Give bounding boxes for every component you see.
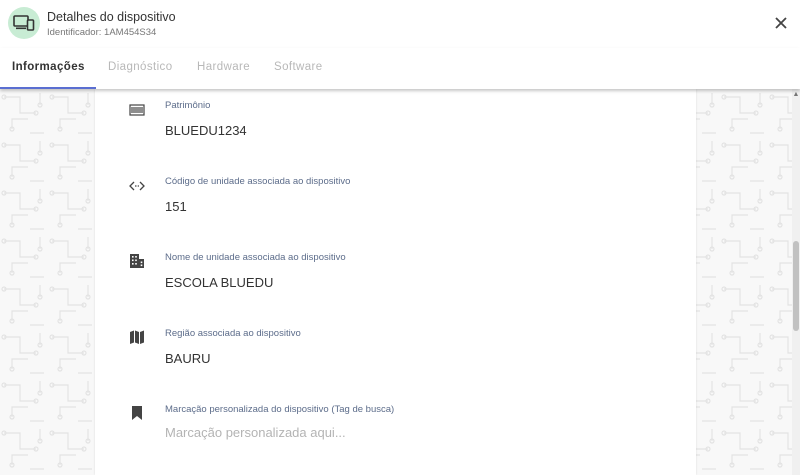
scroll-thumb[interactable] xyxy=(793,241,799,331)
close-icon xyxy=(775,17,787,29)
field-patrimonio: Patrimônio BLUEDU1234 xyxy=(95,95,696,165)
tab-diagnostico[interactable]: Diagnóstico xyxy=(108,61,173,73)
field-value: 151 xyxy=(165,199,187,214)
code-arrows-icon xyxy=(129,181,145,191)
devices-icon xyxy=(13,15,35,31)
building-icon xyxy=(130,254,144,268)
scrollbar[interactable]: ▲ xyxy=(792,89,800,475)
dialog-header: Detalhes do dispositivo Identificador: 1… xyxy=(0,0,800,48)
field-codigo-unidade: Código de unidade associada ao dispositi… xyxy=(95,171,696,241)
bookmark-icon xyxy=(132,406,142,420)
scroll-up-arrow[interactable]: ▲ xyxy=(792,89,800,101)
tab-software[interactable]: Software xyxy=(274,61,323,73)
field-value: BLUEDU1234 xyxy=(165,123,247,138)
custom-tag-input[interactable] xyxy=(165,425,645,440)
close-button[interactable] xyxy=(770,12,792,34)
device-identifier: Identificador: 1AM454S34 xyxy=(47,27,157,38)
field-nome-unidade: Nome de unidade associada ao dispositivo… xyxy=(95,247,696,317)
tab-hardware[interactable]: Hardware xyxy=(197,61,250,73)
field-label: Código de unidade associada ao dispositi… xyxy=(165,176,351,187)
device-avatar xyxy=(8,7,40,39)
content-area: Patrimônio BLUEDU1234 Código de unidade … xyxy=(0,89,800,475)
field-value: ESCOLA BLUEDU xyxy=(165,275,274,290)
tab-informacoes[interactable]: Informações xyxy=(12,61,85,73)
dialog-title: Detalhes do dispositivo xyxy=(47,10,176,24)
tab-bar: Informações Diagnóstico Hardware Softwar… xyxy=(0,48,800,89)
map-icon xyxy=(130,330,144,344)
details-card: Patrimônio BLUEDU1234 Código de unidade … xyxy=(95,89,696,475)
field-marcacao: Marcação personalizada do dispositivo (T… xyxy=(95,399,696,469)
field-label: Marcação personalizada do dispositivo (T… xyxy=(165,404,395,415)
barcode-icon xyxy=(129,104,145,116)
field-label: Região associada ao dispositivo xyxy=(165,328,301,339)
field-label: Patrimônio xyxy=(165,100,211,111)
field-regiao: Região associada ao dispositivo BAURU xyxy=(95,323,696,393)
field-label: Nome de unidade associada ao dispositivo xyxy=(165,252,346,263)
field-value: BAURU xyxy=(165,351,211,366)
active-tab-indicator xyxy=(0,87,96,89)
